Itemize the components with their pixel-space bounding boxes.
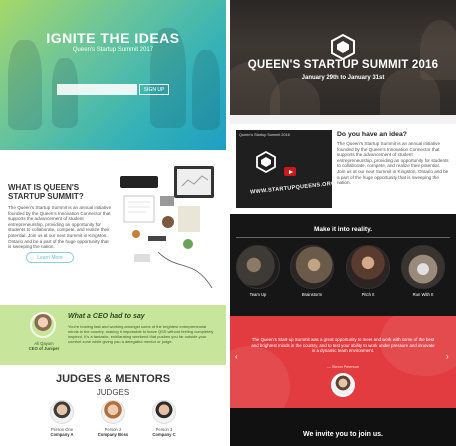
step-label: Brainstorm — [301, 292, 323, 297]
desk-illustration — [120, 166, 214, 289]
team-section: Make it into reality. Team Up Brainstorm… — [230, 214, 456, 316]
invite-title: We invite you to join us. — [303, 431, 383, 438]
judge-company: Company Boss — [97, 432, 129, 437]
hero-title: IGNITE THE IDEAS — [46, 30, 180, 46]
what-is-section: WHAT IS QUEEN'S STARTUP SUMMIT? The Quee… — [0, 150, 226, 305]
section-title: WHAT IS QUEEN'S STARTUP SUMMIT? — [8, 183, 84, 201]
judge-company: Company C — [152, 432, 176, 437]
step-label: Pitch It — [361, 292, 375, 297]
notepad-icon — [123, 195, 155, 223]
step-photo — [401, 245, 445, 289]
ignite-hero: IGNITE THE IDEAS Queen's Startup Summit … — [0, 0, 226, 150]
team-step[interactable]: Pitch It — [343, 245, 393, 297]
idea-title: Do you have an idea? — [337, 131, 407, 138]
email-field[interactable] — [57, 84, 137, 95]
judge-card[interactable]: Person 3 Company C — [144, 400, 184, 437]
divider — [236, 237, 450, 238]
judge-photo — [101, 400, 125, 424]
chevron-left-icon[interactable]: ‹ — [235, 352, 238, 361]
invite-section: We invite you to join us. — [230, 408, 456, 446]
hero-date: January 29th to January 31st — [301, 75, 385, 81]
crowd-shape — [270, 78, 320, 115]
team-step[interactable]: Team Up — [233, 245, 283, 297]
testimonial-author: — Simon Peterson — [327, 365, 359, 369]
testimonial-quote: The Queen's Start-up Summit was a great … — [251, 337, 435, 354]
judge-card[interactable]: Person One Company A — [42, 400, 82, 437]
step-label: Run With It — [412, 292, 434, 297]
hero-title: QUEEN'S STARTUP SUMMIT 2016 — [247, 59, 439, 71]
judge-photo — [152, 400, 176, 424]
hero-subtitle: Queen's Startup Summit 2017 — [72, 47, 154, 53]
video-player[interactable]: Queen's Startup Summit 2016 WWW.STARTUPQ… — [236, 130, 332, 208]
video-title: Queen's Startup Summit 2016 — [239, 133, 290, 137]
team-step[interactable]: Brainstorm — [287, 245, 337, 297]
ceo-testimonial: Ali Qayum CEO of Juniper What a CEO had … — [0, 305, 226, 365]
judges-section: JUDGES & MENTORS JUDGES Person One Compa… — [0, 365, 226, 446]
team-step[interactable]: Run With It — [398, 245, 448, 297]
learn-more-button[interactable]: Learn More — [26, 252, 74, 263]
crowd-shape — [420, 20, 456, 80]
hero-silhouette — [192, 50, 220, 130]
avatar — [331, 373, 355, 397]
testimonial-slider: ‹ › The Queen's Start-up Summit was a gr… — [230, 316, 456, 408]
right-mockup: QUEEN'S STARTUP SUMMIT 2016 January 29th… — [230, 0, 456, 446]
avatar — [30, 312, 56, 338]
sign-up-button[interactable]: SIGN UP — [139, 84, 169, 95]
summit-hero: QUEEN'S STARTUP SUMMIT 2016 January 29th… — [230, 0, 456, 115]
step-photo — [290, 245, 334, 289]
ceo-quote: You're hosting fast and working amongst … — [68, 324, 214, 344]
ceo-section-title: What a CEO had to say — [68, 313, 145, 320]
hexagon-logo-icon — [256, 151, 276, 173]
paper-icon — [178, 206, 200, 232]
mouse-icon — [134, 254, 150, 262]
step-photo — [346, 245, 390, 289]
coin-icon — [132, 230, 140, 238]
judge-photo — [50, 400, 74, 424]
pen-icon — [148, 236, 166, 241]
hero-silhouette — [8, 40, 42, 130]
crowd-shape — [230, 346, 290, 408]
hexagon-logo-icon — [331, 34, 355, 60]
judges-subtitle: JUDGES — [96, 388, 130, 397]
judge-company: Company A — [50, 432, 74, 437]
idea-body: The Queen's Startup Summit is an annual … — [337, 141, 449, 186]
step-label: Team Up — [249, 292, 267, 297]
phone-icon — [160, 196, 174, 206]
coffee-icon — [162, 216, 174, 228]
cable-icon — [157, 251, 213, 289]
section-body: The Queen's Startup Summit is an annual … — [8, 205, 112, 250]
idea-section: Queen's Startup Summit 2016 WWW.STARTUPQ… — [230, 115, 456, 214]
video-url-text: WWW.STARTUPQUEENS.ORG — [249, 180, 332, 196]
left-mockup: IGNITE THE IDEAS Queen's Startup Summit … — [0, 0, 226, 446]
plant-icon — [183, 239, 193, 249]
judges-title: JUDGES & MENTORS — [55, 373, 171, 385]
judge-card[interactable]: Person 2 Company Boss — [93, 400, 133, 437]
chevron-right-icon[interactable]: › — [446, 352, 449, 361]
step-photo — [236, 245, 280, 289]
ceo-role: CEO of Juniper — [28, 346, 60, 351]
keyboard-icon — [120, 176, 158, 188]
play-icon[interactable] — [284, 167, 296, 176]
signup-form: SIGN UP — [57, 84, 169, 95]
team-title: Make it into reality. — [313, 226, 373, 233]
